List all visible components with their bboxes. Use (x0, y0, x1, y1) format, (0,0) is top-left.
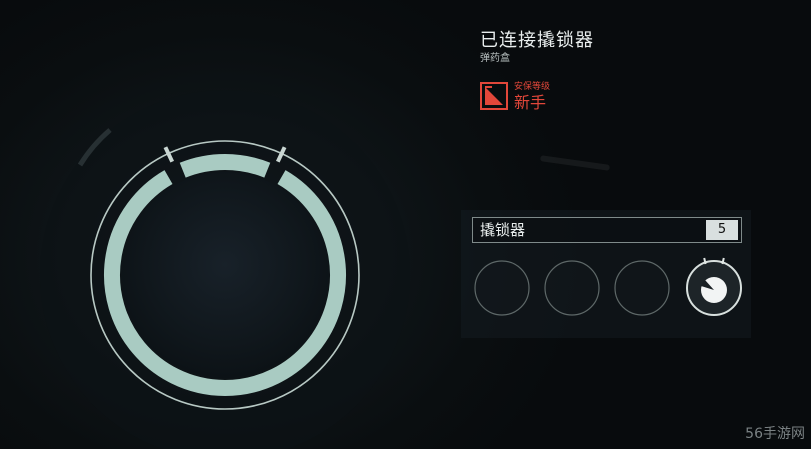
lockpick-slot-2[interactable] (544, 260, 600, 316)
game-screen: 已连接撬锁器 弹药盒 安保等级 新手 撬锁器 5 56手游网 (0, 0, 811, 449)
lockpick-slots (474, 257, 742, 316)
watermark: 56手游网 (745, 426, 805, 442)
lockpick-slot-1[interactable] (474, 260, 530, 316)
lockpick-slot-3[interactable] (614, 260, 670, 316)
lockpick-slot-4[interactable] (686, 257, 742, 316)
